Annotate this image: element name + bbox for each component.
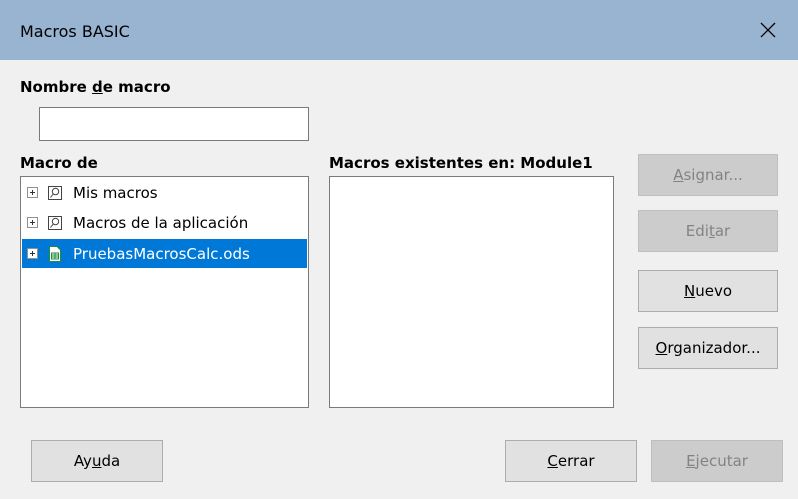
expand-icon[interactable] (27, 187, 38, 198)
expand-icon[interactable] (27, 248, 38, 259)
existing-macros-label: Macros existentes en: Module1 (329, 154, 593, 172)
macro-library-icon (47, 215, 63, 231)
tree-item-label: PruebasMacrosCalc.ods (73, 244, 250, 263)
macro-library-tree[interactable]: Mis macros Macros de la aplicación Prueb… (20, 176, 309, 408)
tree-item-label: Mis macros (73, 183, 158, 202)
macro-from-label: Macro de (20, 154, 98, 172)
run-button[interactable]: Ejecutar (651, 440, 783, 482)
close-button[interactable]: Cerrar (505, 440, 637, 482)
window-title: Macros BASIC (20, 22, 130, 41)
expand-icon[interactable] (27, 217, 38, 228)
new-button[interactable]: Nuevo (638, 270, 778, 312)
tree-item-application-macros[interactable]: Macros de la aplicación (22, 208, 307, 237)
macro-name-label: Nombre de macro (20, 78, 171, 96)
macro-name-input[interactable] (39, 107, 309, 141)
assign-button[interactable]: Asignar... (638, 154, 778, 196)
organizer-button[interactable]: Organizador... (638, 327, 778, 369)
close-window-button[interactable] (738, 0, 798, 60)
close-icon (760, 22, 776, 38)
dialog-body: Nombre de macro Macro de Mis macros Macr… (0, 60, 798, 499)
existing-macros-list[interactable] (329, 176, 614, 408)
spreadsheet-document-icon (47, 245, 63, 262)
edit-button[interactable]: Edi t ar (638, 210, 778, 252)
tree-item-label: Macros de la aplicación (73, 213, 249, 232)
tree-item-my-macros[interactable]: Mis macros (22, 178, 307, 207)
title-bar: Macros BASIC (0, 0, 798, 60)
tree-item-pruebas-macros-calc[interactable]: PruebasMacrosCalc.ods (22, 239, 307, 268)
help-button[interactable]: Ay u da (31, 440, 163, 482)
macro-library-icon (47, 185, 63, 201)
